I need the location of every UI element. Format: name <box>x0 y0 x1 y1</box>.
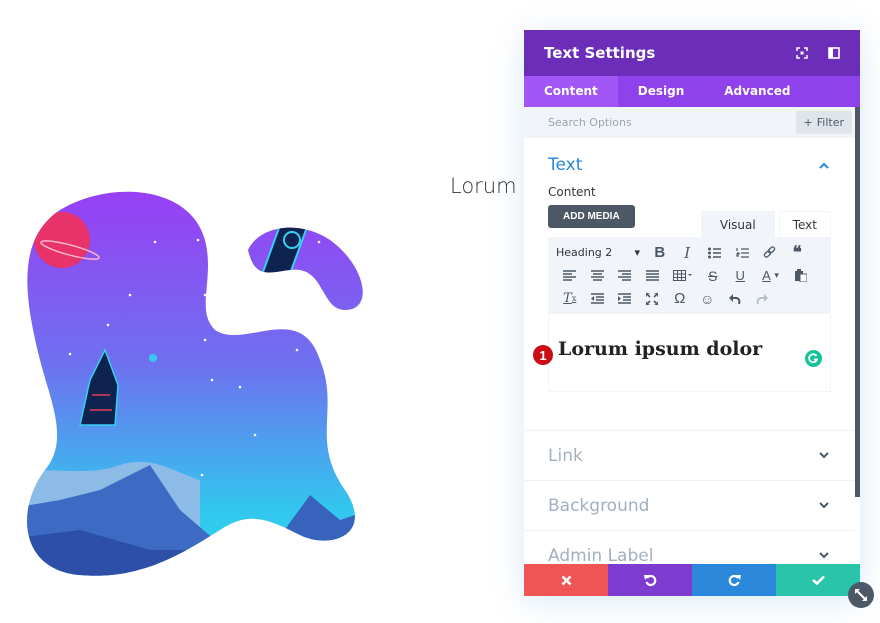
chevron-up-icon[interactable] <box>817 158 831 172</box>
special-character-icon[interactable]: Ω <box>666 288 694 310</box>
panel-scrollbar[interactable] <box>855 107 860 497</box>
format-select[interactable]: Heading 2 ▾ <box>556 246 646 259</box>
justify-icon[interactable] <box>639 265 667 287</box>
link-icon[interactable] <box>756 242 784 264</box>
panel-footer <box>524 564 860 596</box>
format-select-value: Heading 2 <box>556 246 613 259</box>
page-heading-text: Lorum i <box>450 174 530 198</box>
outdent-icon[interactable] <box>584 288 612 310</box>
editor-heading-text: Lorum ipsum dolor <box>558 338 763 360</box>
align-right-icon[interactable] <box>611 265 639 287</box>
cancel-button[interactable] <box>524 564 608 596</box>
undo-icon <box>643 574 656 586</box>
text-settings-panel: Text Settings Content Design Advanced Se… <box>524 30 860 596</box>
search-options-input[interactable]: Search Options <box>548 116 796 129</box>
redo-button[interactable] <box>692 564 776 596</box>
editor-mode-tabs: Visual Text <box>700 211 831 237</box>
section-background[interactable]: Background <box>524 481 855 531</box>
resize-icon <box>855 589 867 601</box>
search-bar: Search Options + Filter <box>524 107 860 138</box>
fullscreen-icon[interactable] <box>639 288 667 310</box>
plus-icon: + <box>803 116 813 129</box>
tab-design[interactable]: Design <box>618 76 705 107</box>
strikethrough-icon[interactable]: S <box>699 265 727 287</box>
editor-toolbar: Heading 2 ▾ B I ❝ S U A ▾ T x Ω ☺ <box>548 237 831 314</box>
section-link[interactable]: Link <box>524 431 855 481</box>
bold-icon[interactable]: B <box>646 242 674 264</box>
undo-button[interactable] <box>608 564 692 596</box>
focus-icon[interactable] <box>796 47 808 59</box>
text-color-icon[interactable]: A ▾ <box>754 265 787 287</box>
filter-label: Filter <box>816 116 844 129</box>
blockquote-icon[interactable]: ❝ <box>784 242 812 264</box>
editor-content-area[interactable]: Lorum ipsum dolor <box>548 314 831 392</box>
step-badge: 1 <box>533 345 553 365</box>
filter-button[interactable]: + Filter <box>795 111 852 134</box>
align-left-icon[interactable] <box>556 265 584 287</box>
section-link-title: Link <box>548 445 583 466</box>
paste-text-icon[interactable] <box>787 265 815 287</box>
indent-icon[interactable] <box>611 288 639 310</box>
underline-icon[interactable]: U <box>727 265 755 287</box>
text-tab[interactable]: Text <box>778 211 831 237</box>
section-text-title: Text <box>548 155 583 175</box>
chevron-down-icon[interactable] <box>817 499 831 513</box>
close-icon <box>561 575 571 585</box>
panel-tabs: Content Design Advanced <box>524 76 860 107</box>
table-icon[interactable] <box>666 265 699 287</box>
sidebar-toggle-icon[interactable] <box>828 47 840 59</box>
section-text: Text Content ADD MEDIA Visual Text Headi… <box>524 138 855 431</box>
grammarly-icon[interactable] <box>805 350 822 367</box>
tab-advanced[interactable]: Advanced <box>704 76 810 107</box>
space-blob-illustration <box>27 191 363 576</box>
undo-icon[interactable] <box>721 288 749 310</box>
dropdown-arrow-icon: ▾ <box>634 246 640 259</box>
section-background-title: Background <box>548 495 650 516</box>
check-icon <box>811 575 825 585</box>
visual-tab[interactable]: Visual <box>700 211 775 237</box>
bulleted-list-icon[interactable] <box>701 242 729 264</box>
resize-handle[interactable] <box>848 582 874 608</box>
chevron-down-icon[interactable] <box>817 449 831 463</box>
add-media-button[interactable]: ADD MEDIA <box>548 205 635 228</box>
panel-content: Text Content ADD MEDIA Visual Text Headi… <box>524 138 855 580</box>
panel-header[interactable]: Text Settings <box>524 30 860 76</box>
content-label: Content <box>548 185 596 199</box>
italic-icon[interactable]: I <box>674 242 702 264</box>
tab-content[interactable]: Content <box>524 76 618 107</box>
numbered-list-icon[interactable] <box>729 242 757 264</box>
section-admin-label-title: Admin Label <box>548 545 654 566</box>
redo-icon <box>728 574 741 586</box>
planet-icon <box>34 212 90 268</box>
emoji-icon[interactable]: ☺ <box>694 288 722 310</box>
redo-icon[interactable] <box>749 288 777 310</box>
chevron-down-icon[interactable] <box>817 549 831 563</box>
section-text-toggle[interactable]: Text <box>548 152 831 178</box>
align-center-icon[interactable] <box>584 265 612 287</box>
panel-title: Text Settings <box>544 44 656 62</box>
clear-formatting-icon[interactable]: Tx <box>556 288 584 310</box>
